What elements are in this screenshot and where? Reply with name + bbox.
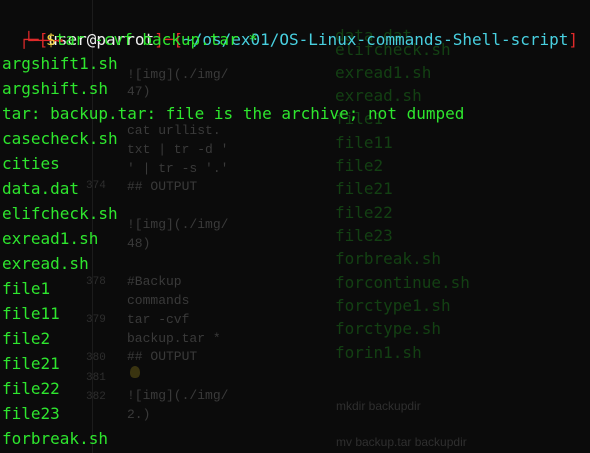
output-line: argshift1.sh	[2, 54, 118, 73]
output-line: file2	[2, 329, 51, 348]
output-line: file11	[2, 304, 60, 323]
output-line: forbreak.sh	[2, 429, 108, 448]
prompt-header: ┌─[user@parrot]─[~/os/ex01/OS-Linux-comm…	[0, 4, 578, 49]
output-line: data.dat	[2, 179, 80, 198]
output-line: exread1.sh	[2, 229, 99, 248]
bracket-close-path: ]	[568, 30, 579, 49]
command-text[interactable]: tar -cvf backup.tar *	[56, 30, 258, 49]
output-line: file22	[2, 379, 60, 398]
terminal-output: argshift1.sh argshift.sh tar: backup.tar…	[2, 51, 464, 451]
output-line: argshift.sh	[2, 79, 108, 98]
output-line: file1	[2, 279, 51, 298]
prompt-dollar: $	[46, 30, 56, 49]
output-line: file23	[2, 404, 60, 423]
command-line[interactable]: $tar -cvf backup.tar *	[46, 28, 258, 52]
output-line: casecheck.sh	[2, 129, 118, 148]
output-line: tar: backup.tar: file is the archive; no…	[2, 104, 465, 123]
output-line: elifcheck.sh	[2, 204, 118, 223]
output-line: exread.sh	[2, 254, 89, 273]
output-line: file21	[2, 354, 60, 373]
output-line: cities	[2, 154, 60, 173]
